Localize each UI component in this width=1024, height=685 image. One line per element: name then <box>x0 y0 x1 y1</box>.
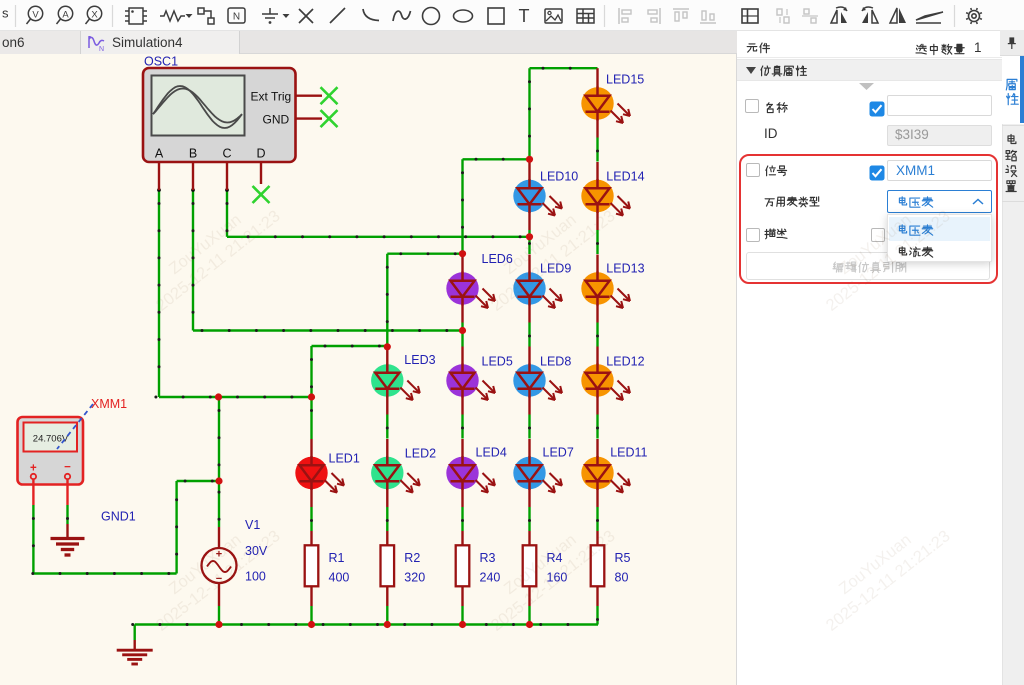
svg-text:LED3: LED3 <box>404 353 435 367</box>
svg-text:LED11: LED11 <box>610 446 647 460</box>
svg-text:A: A <box>155 147 164 161</box>
svg-text:+: + <box>216 549 222 561</box>
svg-text:LED9: LED9 <box>540 262 571 276</box>
svg-text:R4: R4 <box>547 551 563 565</box>
svg-text:R1: R1 <box>329 551 345 565</box>
svg-text:100: 100 <box>245 570 266 584</box>
svg-text:GND: GND <box>263 113 290 127</box>
svg-text:T: T <box>519 6 530 26</box>
svg-text:−: − <box>64 462 71 474</box>
svg-text:240: 240 <box>480 571 501 585</box>
svg-text:XMM1: XMM1 <box>91 397 127 411</box>
svg-text:−: − <box>216 573 222 585</box>
svg-text:LED13: LED13 <box>606 262 644 276</box>
svg-text:C: C <box>222 147 231 161</box>
svg-text:LED12: LED12 <box>606 355 644 369</box>
svg-text:R2: R2 <box>404 551 420 565</box>
svg-text:LED14: LED14 <box>606 169 644 183</box>
svg-text:N: N <box>233 12 240 23</box>
svg-text:LED6: LED6 <box>482 252 513 266</box>
svg-text:R3: R3 <box>480 551 496 565</box>
svg-text:30V: 30V <box>245 544 268 558</box>
svg-text:Ext Trig: Ext Trig <box>251 90 292 104</box>
svg-text:LED10: LED10 <box>540 170 578 184</box>
svg-text:24.706V: 24.706V <box>33 434 69 445</box>
svg-text:V1: V1 <box>245 518 260 532</box>
svg-text:R5: R5 <box>615 551 631 565</box>
svg-text:B: B <box>189 147 197 161</box>
svg-text:160: 160 <box>547 571 568 585</box>
svg-text:+: + <box>30 463 37 475</box>
svg-text:320: 320 <box>404 571 425 585</box>
svg-text:OSC1: OSC1 <box>144 55 178 69</box>
svg-text:LED5: LED5 <box>482 355 513 369</box>
svg-text:LED7: LED7 <box>543 446 574 460</box>
svg-text:A: A <box>62 10 69 21</box>
svg-text:X: X <box>91 10 98 21</box>
svg-text:s: s <box>2 6 9 21</box>
svg-text:LED8: LED8 <box>540 355 571 369</box>
svg-text:LED1: LED1 <box>329 452 360 466</box>
svg-text:LED4: LED4 <box>476 446 507 460</box>
svg-text:N: N <box>99 46 104 52</box>
svg-text:LED15: LED15 <box>606 73 644 87</box>
svg-text:V: V <box>32 10 39 21</box>
svg-text:GND1: GND1 <box>101 510 136 524</box>
svg-text:D: D <box>256 147 265 161</box>
svg-text:LED2: LED2 <box>405 447 436 461</box>
svg-text:400: 400 <box>329 571 350 585</box>
svg-text:80: 80 <box>615 571 629 585</box>
